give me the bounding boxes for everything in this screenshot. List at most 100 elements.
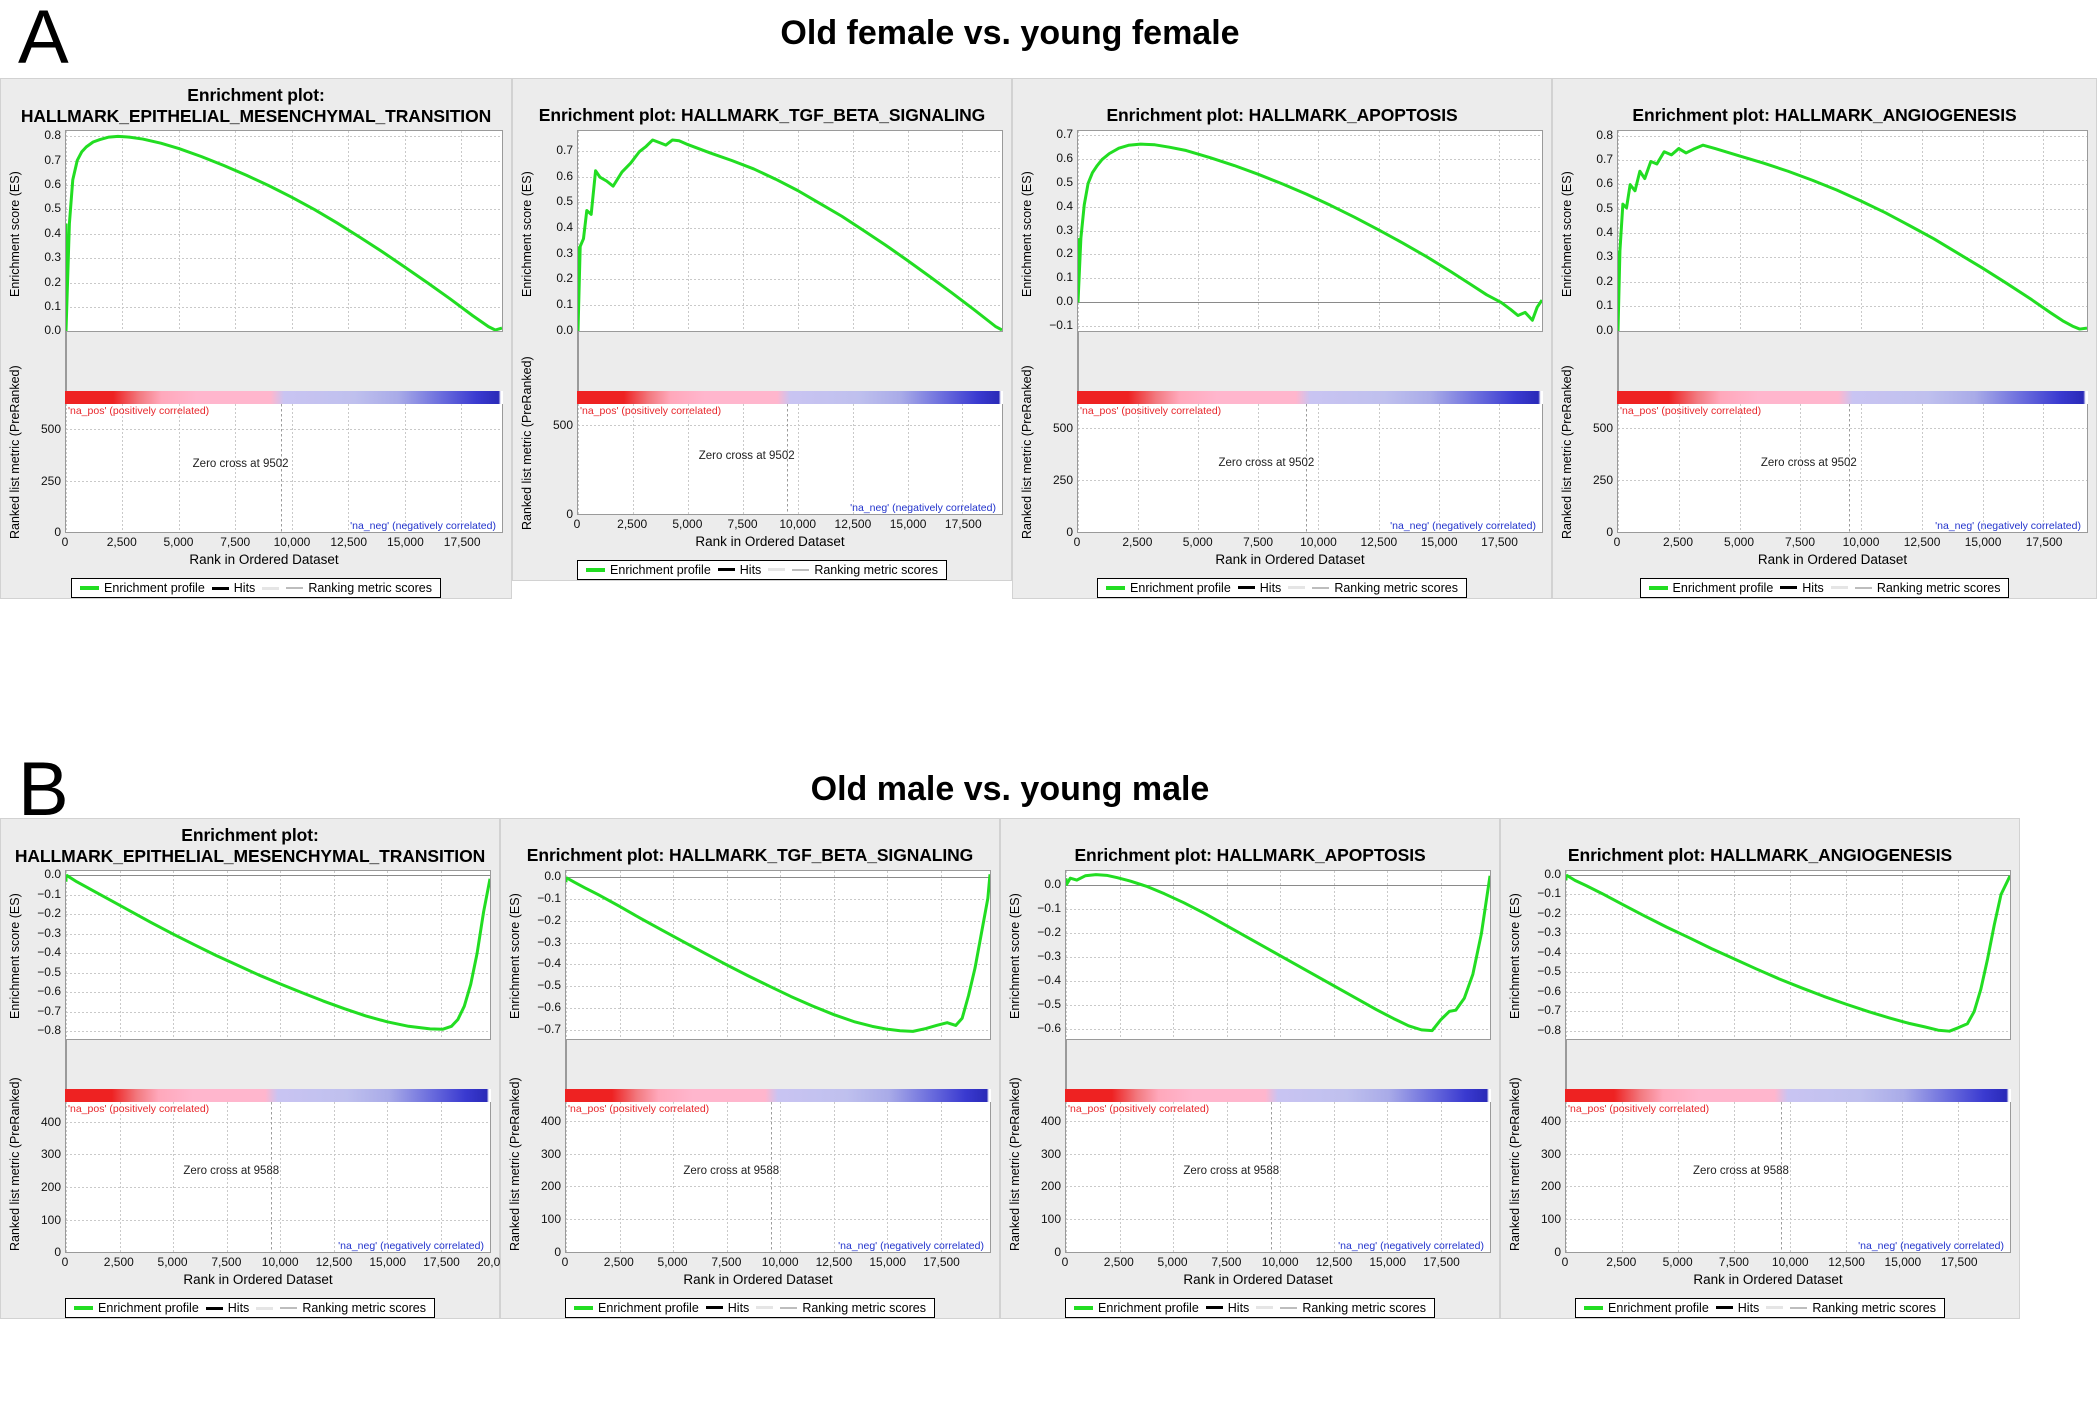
hit-tick (66, 1040, 67, 1088)
legend-item-enrichment-profile[interactable]: Enrichment profile (586, 563, 711, 577)
hit-tick (1618, 332, 1619, 390)
es-tick: 0.4 (556, 220, 573, 235)
hit-tick (578, 332, 579, 390)
legend-item-hits[interactable]: Hits (1205, 1301, 1249, 1315)
hit-tick (1566, 1040, 1567, 1088)
hit-tick (66, 1040, 67, 1088)
legend-item-ranking-metric-scores[interactable]: Ranking metric scores (1280, 1301, 1426, 1315)
hit-tick (1618, 332, 1619, 390)
legend-item-enrichment-profile[interactable]: Enrichment profile (574, 1301, 699, 1315)
y-axis-title-enrichment-score: Enrichment score (ES) (8, 171, 22, 298)
hit-tick (1066, 1040, 1067, 1088)
legend-item-ranking-metric-scores[interactable]: Ranking metric scores (1854, 581, 2000, 595)
hit-tick (66, 332, 67, 390)
legend-item-enrichment-profile[interactable]: Enrichment profile (74, 1301, 199, 1315)
legend-item-hits[interactable]: Hits (1715, 1301, 1759, 1315)
hit-tick (1566, 1040, 1567, 1088)
heat-axis-spacer (1037, 391, 1077, 404)
legend-item-ranking-metric-scores[interactable]: Ranking metric scores (792, 563, 938, 577)
legend-item-ranking-metric-scores[interactable]: Ranking metric scores (780, 1301, 926, 1315)
x-tick: 2,500 (106, 535, 137, 550)
hit-tick (1066, 1040, 1067, 1088)
hit-tick (1078, 332, 1079, 390)
x-axis-spacer (525, 1253, 565, 1271)
hit-tick (1078, 332, 1079, 390)
hit-tick (1618, 332, 1619, 390)
legend-item-ranking-metric-scores[interactable]: Ranking metric scores (286, 581, 432, 595)
hit-tick (66, 1040, 67, 1088)
legend-item-hits[interactable]: Hits (211, 581, 255, 595)
hit-tick (578, 332, 579, 390)
hit-tick (578, 332, 579, 390)
legend-item-enrichment-profile[interactable]: Enrichment profile (1584, 1301, 1709, 1315)
hit-tick (66, 332, 67, 390)
y-axis-title-ranked-list-metric: Ranked list metric (PreRanked) (1560, 365, 1574, 539)
grid-line-vertical (178, 404, 180, 533)
hit-tick (578, 332, 579, 390)
hit-tick (66, 1040, 67, 1088)
hits-label: Hits (227, 1301, 250, 1316)
hit-tick (66, 332, 67, 390)
hit-tick (66, 332, 67, 390)
legend-item-ranking-metric-scores[interactable]: Ranking metric scores (280, 1301, 426, 1315)
hit-tick (578, 332, 579, 390)
legend-item-hits[interactable]: Hits (705, 1301, 749, 1315)
grid-line-vertical (1734, 1101, 1736, 1252)
hit-tick (1618, 332, 1619, 390)
hit-tick (566, 1040, 567, 1088)
hit-tick (66, 1040, 67, 1088)
hit-tick (66, 1040, 67, 1088)
hit-tick (1566, 1040, 1567, 1088)
hit-tick (566, 1040, 567, 1088)
hit-tick (1618, 332, 1619, 390)
grid-line-vertical (619, 1101, 621, 1252)
hit-tick (1066, 1040, 1067, 1088)
hit-tick (1566, 1040, 1567, 1088)
grid-line-vertical (1119, 1101, 1121, 1252)
hit-tick (1078, 332, 1079, 390)
x-tick: 5,000 (1157, 1254, 1188, 1269)
legend-item-enrichment-profile[interactable]: Enrichment profile (1648, 581, 1773, 595)
legend-spacer-icon (1288, 586, 1306, 590)
hit-tick (566, 1040, 567, 1088)
hit-tick (1078, 332, 1079, 390)
hit-tick (566, 1040, 567, 1088)
legend-item-hits[interactable]: Hits (1780, 581, 1824, 595)
hit-tick (1078, 332, 1079, 390)
hit-tick (66, 1040, 67, 1088)
legend-item-ranking-metric-scores[interactable]: Ranking metric scores (1790, 1301, 1936, 1315)
legend-row: Enrichment profile Hits Ranking metric sco… (1553, 571, 2096, 598)
hit-tick (1566, 1040, 1567, 1088)
hit-tick (1066, 1040, 1067, 1088)
hit-tick (1566, 1040, 1567, 1088)
hit-tick (1078, 332, 1079, 390)
hit-tick (1078, 332, 1079, 390)
grid-line-horizontal (1566, 1219, 2010, 1221)
hit-tick (1078, 332, 1079, 390)
hit-tick (1066, 1040, 1067, 1088)
hit-tick (1078, 332, 1079, 390)
legend-item-enrichment-profile[interactable]: Enrichment profile (80, 581, 205, 595)
legend-item-hits[interactable]: Hits (717, 563, 761, 577)
es-tick: 0.3 (44, 250, 61, 265)
legend-item-enrichment-profile[interactable]: Enrichment profile (1106, 581, 1231, 595)
hit-tick (1566, 1040, 1567, 1088)
hit-tick (578, 332, 579, 390)
hit-tick (566, 1040, 567, 1088)
hit-tick (1566, 1040, 1567, 1088)
hit-tick (578, 332, 579, 390)
hit-tick (566, 1040, 567, 1088)
legend-item-ranking-metric-scores[interactable]: Ranking metric scores (1312, 581, 1458, 595)
hit-tick (1066, 1040, 1067, 1088)
legend-item-enrichment-profile[interactable]: Enrichment profile (1074, 1301, 1199, 1315)
panel-b-chart-row: Enrichment plot: HALLMARK_EPITHELIAL_MESE… (0, 818, 2020, 1320)
hit-tick (1078, 332, 1079, 390)
hit-tick (1566, 1040, 1567, 1088)
legend-item-hits[interactable]: Hits (205, 1301, 250, 1316)
hit-tick (1566, 1040, 1567, 1088)
es-y-tick-labels: 0.8 0.7 0.6 0.5 0.4 0.3 0.2 0.1 0.0 (25, 128, 65, 337)
hit-tick (66, 332, 67, 390)
hit-tick (1066, 1040, 1067, 1088)
legend-item-hits[interactable]: Hits (1237, 581, 1281, 595)
hit-tick (1078, 332, 1079, 390)
